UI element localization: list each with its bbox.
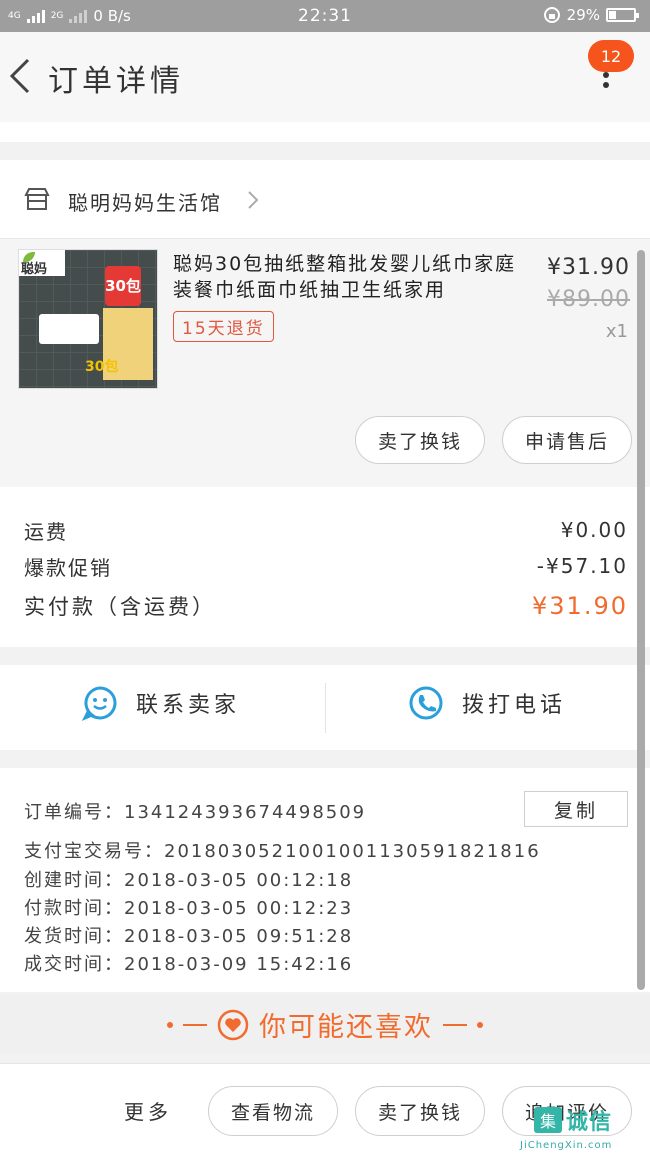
promo-row: 爆款促销 -¥57.10 — [24, 551, 628, 581]
store-icon — [24, 188, 50, 210]
paid-time: 2018-03-05 00:12:23 — [124, 898, 354, 919]
order-info: 订单编号：134124393674498509 复制 支付宝交易号：201803… — [0, 768, 650, 992]
order-number: 134124393674498509 — [124, 802, 367, 823]
page-title: 订单详情 — [48, 64, 184, 99]
original-price: ¥89.00 — [547, 287, 630, 312]
shipping-row: 运费 ¥0.00 — [24, 515, 628, 545]
watermark-text: 诚信 — [566, 1110, 613, 1135]
order-number-row: 订单编号：134124393674498509 — [24, 798, 366, 824]
completed-row: 成交时间：2018-03-09 15:42:16 — [24, 950, 353, 976]
more-menu-icon[interactable] — [602, 72, 610, 92]
return-policy-tag: 15天退货 — [173, 311, 274, 342]
phone-icon — [409, 686, 443, 720]
watermark-url: JiChengXin.com — [520, 1140, 613, 1151]
created-row: 创建时间：2018-03-05 00:12:18 — [24, 866, 353, 892]
thumb-brand: 聪妈 — [21, 262, 48, 277]
product-card[interactable]: 聪妈 30包 30包 聪妈30包抽纸整箱批发婴儿纸巾家庭装餐巾纸面巾纸抽卫生纸家… — [0, 239, 650, 487]
shop-name: 聪明妈妈生活馆 — [68, 191, 222, 215]
shipping-value: ¥0.00 — [560, 518, 628, 542]
spacer-strip — [0, 122, 650, 142]
promo-value: -¥57.10 — [536, 554, 628, 578]
contact-seller-button[interactable]: 联系卖家 — [82, 685, 240, 721]
thumb-count: 30包 — [85, 359, 119, 375]
completed-time: 2018-03-09 15:42:16 — [124, 954, 354, 975]
product-name: 聪妈30包抽纸整箱批发婴儿纸巾家庭装餐巾纸面巾纸抽卫生纸家用 — [173, 253, 517, 301]
call-phone-label: 拨打电话 — [462, 693, 567, 718]
order-number-label: 订单编号： — [24, 802, 124, 823]
promo-label: 爆款促销 — [24, 555, 112, 580]
alipay-label: 支付宝交易号： — [24, 841, 164, 862]
view-logistics-button[interactable]: 查看物流 — [208, 1086, 338, 1136]
total-row: 实付款（含运费） ¥31.90 — [24, 591, 628, 621]
chat-bubble-icon — [82, 686, 117, 721]
product-price: ¥31.90 — [547, 255, 630, 280]
completed-label: 成交时间： — [24, 954, 124, 975]
after-sale-button[interactable]: 申请售后 — [502, 416, 632, 464]
created-time: 2018-03-05 00:12:18 — [124, 870, 354, 891]
paid-label: 付款时间： — [24, 898, 124, 919]
recommend-header: 你可能还喜欢 — [0, 1005, 650, 1044]
status-bar: 4G 2G 0 B/s 22:31 29% — [0, 0, 650, 32]
shipped-label: 发货时间： — [24, 926, 124, 947]
shipped-time: 2018-03-05 09:51:28 — [124, 926, 354, 947]
alipay-number: 2018030521001001130591821816 — [164, 841, 541, 862]
shipping-label: 运费 — [24, 519, 68, 544]
heart-icon — [217, 1009, 249, 1040]
product-thumbnail: 聪妈 30包 30包 — [18, 249, 158, 389]
status-right: 29% — [543, 6, 639, 24]
payment-summary: 运费 ¥0.00 爆款促销 -¥57.10 实付款（含运费） ¥31.90 — [0, 487, 650, 647]
more-actions-label[interactable]: 更多 — [124, 1096, 172, 1125]
rotation-lock-icon — [543, 7, 560, 23]
contact-divider — [325, 683, 326, 733]
chevron-right-icon — [248, 191, 259, 209]
total-value: ¥31.90 — [532, 592, 628, 620]
watermark-mark: 集 — [534, 1107, 562, 1133]
contact-bar: 联系卖家 拨打电话 — [0, 665, 650, 750]
call-phone-button[interactable]: 拨打电话 — [408, 685, 566, 721]
battery-percent: 29% — [566, 6, 600, 24]
bottom-sell-button[interactable]: 卖了换钱 — [355, 1086, 485, 1136]
copy-button[interactable]: 复制 — [524, 791, 628, 827]
shop-row[interactable]: 聪明妈妈生活馆 — [0, 160, 650, 239]
sell-for-cash-button[interactable]: 卖了换钱 — [355, 416, 485, 464]
shipped-row: 发货时间：2018-03-05 09:51:28 — [24, 922, 353, 948]
message-badge[interactable]: 12 — [588, 40, 634, 72]
paid-row: 付款时间：2018-03-05 00:12:23 — [24, 894, 353, 920]
watermark-logo: 集 诚信 — [534, 1104, 612, 1136]
alipay-row: 支付宝交易号：2018030521001001130591821816 — [24, 837, 541, 863]
back-arrow-icon[interactable] — [6, 56, 36, 96]
battery-icon — [606, 8, 639, 22]
recommend-section: 你可能还喜欢 — [0, 993, 650, 1055]
thumb-badge: 30包 — [105, 266, 141, 306]
scrollbar[interactable] — [637, 250, 645, 990]
app-header: 订单详情 — [0, 32, 650, 122]
contact-seller-label: 联系卖家 — [136, 693, 241, 718]
product-quantity: x1 — [605, 321, 628, 342]
created-label: 创建时间： — [24, 870, 124, 891]
recommend-title: 你可能还喜欢 — [259, 1012, 433, 1043]
total-label: 实付款（含运费） — [24, 595, 216, 619]
